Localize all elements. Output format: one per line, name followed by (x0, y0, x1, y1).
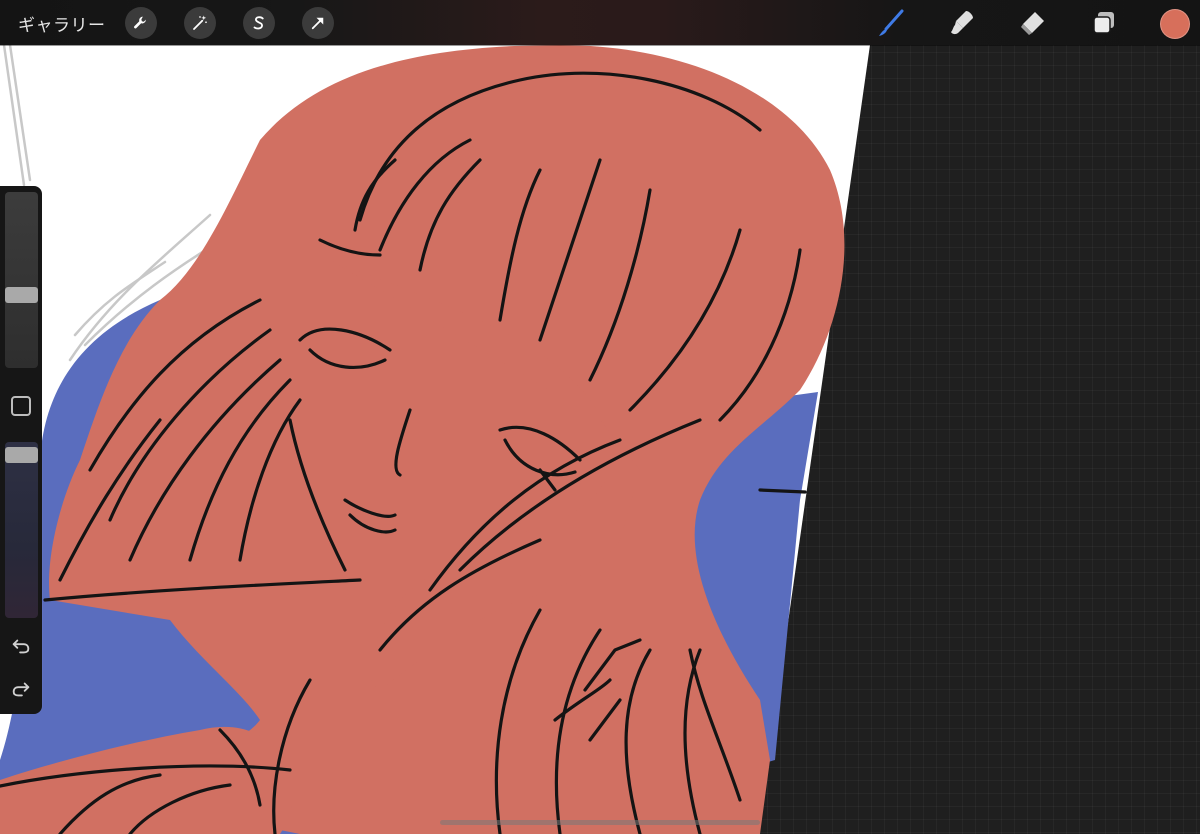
undo-button[interactable] (9, 634, 33, 658)
undo-icon (12, 639, 30, 654)
left-sidebar (0, 186, 42, 714)
brush-icon (879, 9, 904, 36)
brush-size-thumb[interactable] (5, 287, 38, 303)
opacity-thumb[interactable] (5, 447, 38, 463)
eraser-tool-button[interactable] (1015, 6, 1049, 40)
transform-button[interactable] (302, 7, 334, 39)
selection-s-icon (253, 16, 264, 30)
home-indicator[interactable] (440, 820, 760, 825)
smudge-tool-button[interactable] (945, 6, 979, 40)
layers-icon (1093, 12, 1114, 34)
gallery-button[interactable]: ギャラリー (18, 11, 106, 36)
brush-size-slider[interactable] (5, 192, 38, 368)
eraser-icon (1021, 12, 1044, 35)
wrench-icon (134, 16, 146, 29)
selection-button[interactable] (243, 7, 275, 39)
color-picker-button[interactable] (1160, 9, 1190, 39)
smudge-icon (951, 11, 973, 35)
redo-icon (12, 682, 30, 697)
redo-button[interactable] (9, 677, 33, 701)
modify-square-icon[interactable] (11, 396, 31, 416)
layers-button[interactable] (1087, 6, 1121, 40)
opacity-slider[interactable] (5, 442, 38, 618)
magic-wand-icon (193, 15, 207, 30)
drawing-canvas[interactable] (0, 0, 1200, 834)
brush-tool-button[interactable] (874, 6, 908, 40)
top-toolbar: ギャラリー (0, 0, 1200, 45)
adjustments-button[interactable] (184, 7, 216, 39)
transform-arrow-icon (311, 17, 324, 30)
actions-button[interactable] (125, 7, 157, 39)
